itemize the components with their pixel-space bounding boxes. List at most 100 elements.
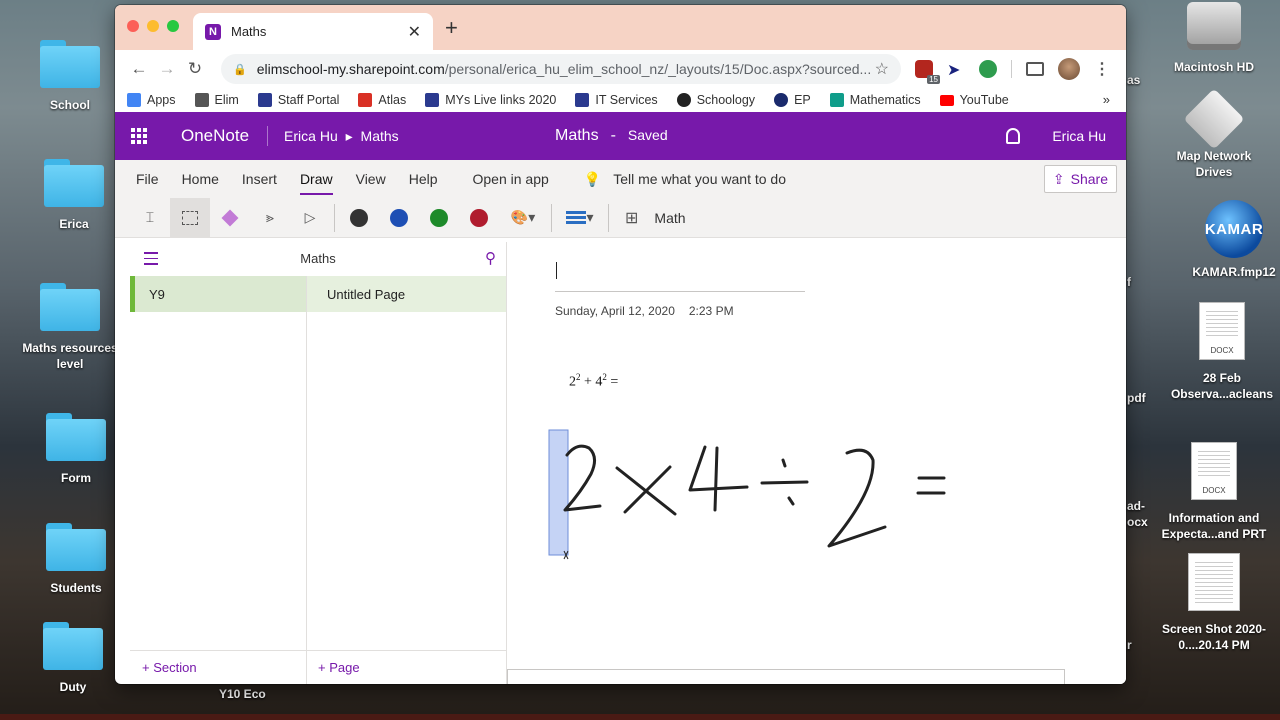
open-in-app-button[interactable]: Open in app bbox=[473, 171, 549, 187]
desktop-file-information-doc[interactable]: DOCX Information and Expecta...and PRT bbox=[1159, 442, 1269, 542]
bookmark-it-services[interactable]: IT Services bbox=[575, 93, 658, 107]
new-tab-button[interactable]: + bbox=[445, 15, 458, 41]
tab-insert[interactable]: Insert bbox=[242, 171, 277, 187]
lock-icon: 🔒 bbox=[233, 63, 247, 76]
share-button[interactable]: ⇪ Share bbox=[1043, 165, 1117, 193]
add-section-button[interactable]: + Section bbox=[142, 660, 197, 675]
desktop-drive-macintosh-hd[interactable]: Macintosh HD bbox=[1159, 2, 1269, 75]
tab-view[interactable]: View bbox=[356, 171, 386, 187]
tab-help[interactable]: Help bbox=[409, 171, 438, 187]
youtube-icon bbox=[939, 94, 954, 106]
desktop-item-label: School bbox=[49, 98, 90, 112]
address-bar[interactable]: 🔒 elimschool-my.sharepoint.com /personal… bbox=[221, 54, 901, 84]
tell-me-search[interactable]: Tell me what you want to do bbox=[613, 171, 786, 187]
line-weight-icon[interactable]: ▾ bbox=[556, 198, 604, 238]
green-extension-icon[interactable] bbox=[979, 60, 997, 78]
bookmark-schoology[interactable]: Schoology bbox=[676, 93, 755, 107]
account-name[interactable]: Erica Hu bbox=[1052, 128, 1106, 144]
bookmark-star-icon[interactable]: ☆ bbox=[875, 59, 889, 79]
profile-avatar[interactable] bbox=[1058, 58, 1080, 80]
horizontal-scrollbar[interactable] bbox=[507, 669, 1065, 684]
desktop-file-observation-doc[interactable]: DOCX 28 Feb Observa...acleans bbox=[1167, 302, 1277, 402]
lasso-select-tool-icon[interactable] bbox=[170, 197, 210, 238]
forward-button[interactable]: → bbox=[153, 59, 181, 79]
desktop-folder-erica[interactable]: Erica bbox=[19, 159, 129, 232]
portal-icon bbox=[425, 93, 440, 107]
color-palette-icon[interactable]: 🎨▾ bbox=[499, 198, 547, 238]
search-icon[interactable]: ⚲ bbox=[485, 249, 496, 267]
reload-button[interactable]: ↻ bbox=[181, 59, 209, 79]
back-button[interactable]: ← bbox=[125, 59, 153, 79]
desktop-map-network-drives[interactable]: Map Network Drives bbox=[1159, 88, 1269, 180]
page-item-untitled[interactable]: Untitled Page bbox=[307, 276, 506, 312]
bookmark-apps[interactable]: Apps bbox=[127, 93, 176, 107]
add-page-button[interactable]: + Page bbox=[318, 660, 360, 675]
url-host: elimschool-my.sharepoint.com bbox=[256, 61, 445, 77]
desktop-item-label: KAMAR.fmp12 bbox=[1192, 265, 1276, 279]
bookmark-atlas[interactable]: Atlas bbox=[358, 93, 406, 107]
notebook-title: Maths bbox=[300, 251, 336, 266]
type-select-tool-icon[interactable]: ⌶ bbox=[130, 198, 170, 238]
bookmark-youtube[interactable]: YouTube bbox=[939, 93, 1009, 107]
notification-bell-icon[interactable] bbox=[1006, 128, 1020, 144]
bookmark-mys-live-links[interactable]: MYs Live links 2020 bbox=[425, 93, 556, 107]
bookmark-elim[interactable]: Elim bbox=[194, 93, 239, 107]
atlas-icon bbox=[358, 93, 373, 107]
breadcrumb-separator-icon: ▸ bbox=[345, 127, 353, 144]
close-window-button[interactable] bbox=[127, 20, 139, 32]
ink-replay-icon[interactable]: ▷ bbox=[290, 198, 330, 238]
minimize-window-button[interactable] bbox=[147, 20, 159, 32]
ink-digit-4 bbox=[688, 445, 749, 512]
tab-file[interactable]: File bbox=[136, 171, 159, 187]
browser-tab[interactable]: N Maths ✕ bbox=[193, 13, 433, 50]
app-name[interactable]: OneNote bbox=[181, 126, 249, 146]
navigation-footer: + Section + Page bbox=[130, 650, 506, 684]
partial-desktop-label: pdf bbox=[1127, 391, 1146, 405]
portal-icon bbox=[575, 93, 590, 107]
desktop-folder-duty[interactable]: Duty bbox=[18, 622, 128, 695]
pen-red-icon[interactable] bbox=[459, 198, 499, 238]
math-icon: ⊞ bbox=[625, 209, 639, 227]
more-bookmarks-icon[interactable]: » bbox=[1103, 92, 1110, 107]
desktop-item-label: Screen Shot 2020-0....20.14 PM bbox=[1161, 622, 1267, 652]
close-tab-icon[interactable]: ✕ bbox=[408, 22, 421, 42]
ink-equals-sign bbox=[916, 476, 946, 495]
ink-to-shape-icon[interactable]: ⪢ bbox=[250, 198, 290, 238]
desktop-item-label: Erica bbox=[59, 217, 89, 231]
apps-grid-icon bbox=[127, 93, 141, 107]
desktop-file-screenshot[interactable]: Screen Shot 2020-0....20.14 PM bbox=[1159, 553, 1269, 653]
math-button[interactable]: ⊞ Math bbox=[625, 208, 686, 228]
breadcrumb-user[interactable]: Erica Hu bbox=[284, 128, 338, 144]
tab-home[interactable]: Home bbox=[182, 171, 219, 187]
folder-icon bbox=[43, 622, 103, 670]
browser-menu-icon[interactable]: ⋮ bbox=[1094, 59, 1110, 79]
bookmark-staff-portal[interactable]: Staff Portal bbox=[257, 93, 339, 107]
cast-icon[interactable] bbox=[1026, 62, 1044, 76]
eraser-icon[interactable] bbox=[210, 198, 250, 238]
pen-green-icon[interactable] bbox=[419, 198, 459, 238]
window-controls bbox=[127, 20, 179, 32]
document-thumbnail-icon: DOCX bbox=[1199, 302, 1245, 360]
desktop-folder-maths-resources[interactable]: Maths resources level bbox=[12, 283, 128, 372]
desktop-item-label: 28 Feb Observa...acleans bbox=[1170, 371, 1274, 401]
breadcrumb-notebook[interactable]: Maths bbox=[361, 128, 399, 144]
desktop-folder-school[interactable]: School bbox=[15, 40, 125, 113]
url-path: /personal/erica_hu_elim_school_nz/_layou… bbox=[444, 61, 872, 77]
document-title[interactable]: Maths bbox=[555, 127, 599, 144]
pen-blue-icon[interactable] bbox=[379, 198, 419, 238]
network-script-icon bbox=[1183, 88, 1245, 150]
handwritten-ink-drawing[interactable] bbox=[507, 242, 1126, 684]
zoom-window-button[interactable] bbox=[167, 20, 179, 32]
page-canvas[interactable]: Sunday, April 12, 2020 2:23 PM 22 + 42 = bbox=[507, 242, 1126, 684]
section-item-y9[interactable]: Y9 bbox=[130, 276, 307, 312]
desktop-item-label: Macintosh HD bbox=[1173, 60, 1254, 74]
bookmark-mathematics[interactable]: Mathematics bbox=[829, 93, 921, 107]
pen-black-icon[interactable] bbox=[339, 198, 379, 238]
app-launcher-button[interactable] bbox=[115, 128, 163, 144]
tab-draw[interactable]: Draw bbox=[299, 171, 333, 195]
notebook-navigation: Maths ⚲ Y9 Untitled Page + Section + Pag… bbox=[130, 242, 507, 684]
extension-shield-icon[interactable]: 15 bbox=[915, 60, 940, 84]
desktop-file-kamar[interactable]: KAMAR KAMAR.fmp12 bbox=[1179, 200, 1280, 280]
cursor-extension-icon[interactable]: ➤ bbox=[947, 60, 965, 79]
bookmark-ep[interactable]: EP bbox=[774, 93, 811, 107]
